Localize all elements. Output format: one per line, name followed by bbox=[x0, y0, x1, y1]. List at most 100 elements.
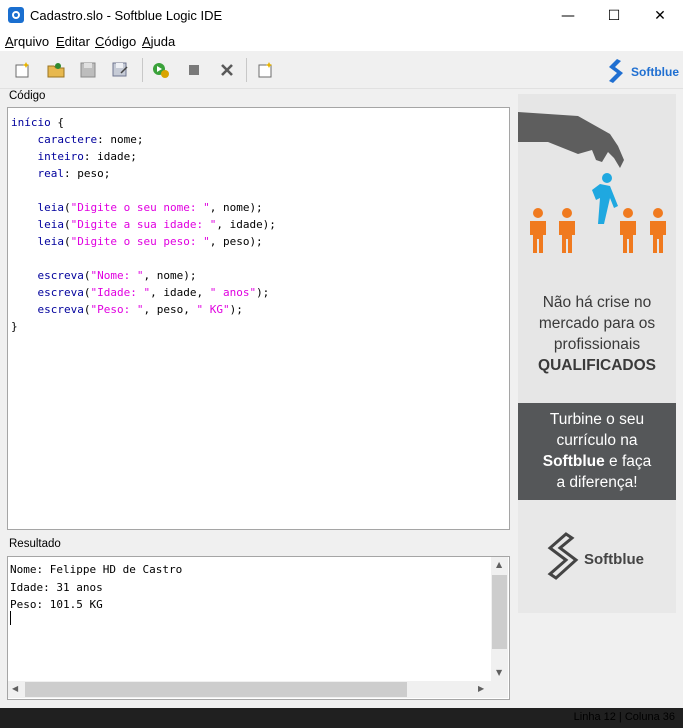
code-string: "Digite o seu peso: " bbox=[70, 235, 210, 248]
hand-picking-person-illustration bbox=[518, 112, 666, 253]
code-keyword: leia bbox=[37, 235, 65, 248]
scroll-right-icon[interactable]: ▶ bbox=[478, 684, 484, 693]
ad-headline-line-2: mercado para os bbox=[538, 315, 656, 332]
menu-ajuda-label: juda bbox=[150, 34, 176, 49]
vertical-scroll-thumb[interactable] bbox=[492, 575, 507, 649]
text-caret bbox=[10, 611, 11, 625]
code-token: , idade, bbox=[150, 286, 210, 299]
code-line[interactable]: inteiro: idade; bbox=[11, 148, 276, 165]
code-line[interactable]: real: peso; bbox=[11, 165, 276, 182]
code-line[interactable]: leia("Digite o seu peso: ", peso); bbox=[11, 233, 276, 250]
code-token: , nome); bbox=[143, 269, 197, 282]
code-string: "Idade: " bbox=[90, 286, 151, 299]
scroll-left-icon[interactable]: ◀ bbox=[12, 684, 18, 693]
code-keyword: escreva bbox=[37, 286, 84, 299]
save-as-icon[interactable] bbox=[110, 60, 130, 80]
code-line[interactable]: caractere: nome; bbox=[11, 131, 276, 148]
ad-headline-line-3: profissionais bbox=[553, 336, 641, 353]
code-keyword: leia bbox=[37, 201, 65, 214]
result-line: Idade: 31 anos bbox=[10, 580, 103, 594]
code-line[interactable]: } bbox=[11, 318, 276, 335]
close-button[interactable]: ✕ bbox=[637, 0, 683, 31]
menu-arquivo[interactable]: Arquivo bbox=[5, 34, 49, 49]
code-token: : idade; bbox=[83, 150, 137, 163]
run-icon[interactable] bbox=[151, 60, 171, 80]
new-file-icon[interactable] bbox=[13, 60, 33, 80]
code-token: ( bbox=[64, 218, 71, 231]
code-token: , nome); bbox=[209, 201, 263, 214]
export-icon[interactable] bbox=[256, 60, 276, 80]
scroll-up-icon[interactable]: ▲ bbox=[496, 560, 502, 569]
menu-editar-mnemonic: E bbox=[56, 34, 65, 49]
softblue-logo-text: Softblue bbox=[631, 65, 679, 79]
ad-cta-text: Turbine o seu currículo na Softblue e fa… bbox=[518, 409, 676, 493]
code-string: "Nome: " bbox=[90, 269, 144, 282]
result-panel-label: Resultado bbox=[9, 538, 61, 550]
code-token: ); bbox=[256, 286, 270, 299]
ad-cta-line-1: Turbine o seu bbox=[549, 411, 645, 428]
menu-ajuda[interactable]: Ajuda bbox=[142, 34, 175, 49]
code-line[interactable]: início { bbox=[11, 114, 276, 131]
code-line[interactable] bbox=[11, 250, 276, 267]
open-folder-icon[interactable] bbox=[46, 60, 66, 80]
save-icon[interactable] bbox=[78, 60, 98, 80]
code-token: { bbox=[50, 116, 64, 129]
code-string: "Digite a sua idade: " bbox=[70, 218, 217, 231]
scroll-down-icon[interactable]: ▼ bbox=[496, 668, 502, 677]
code-token: , peso); bbox=[209, 235, 263, 248]
ad-headline-bold: QUALIFICADOS bbox=[538, 357, 656, 374]
code-panel-label: Código bbox=[9, 90, 46, 102]
code-keyword: caractere bbox=[37, 133, 98, 146]
toolbar bbox=[0, 52, 683, 89]
code-string: " KG" bbox=[196, 303, 230, 316]
code-keyword: leia bbox=[37, 218, 65, 231]
ad-softblue-logo: Softblue bbox=[547, 532, 644, 580]
softblue-logo: Softblue bbox=[609, 59, 679, 83]
menu-arquivo-mnemonic: A bbox=[5, 34, 14, 49]
code-text[interactable]: início { caractere: nome; inteiro: idade… bbox=[11, 114, 276, 335]
scroll-corner bbox=[491, 681, 508, 698]
menu-editar[interactable]: Editar bbox=[56, 34, 90, 49]
menu-codigo-mnemonic: C bbox=[95, 34, 105, 49]
code-keyword: escreva bbox=[37, 303, 84, 316]
app-icon bbox=[8, 7, 24, 23]
ad-headline-line-1: Não há crise no bbox=[542, 294, 652, 311]
maximize-button[interactable]: ☐ bbox=[591, 0, 637, 31]
code-line[interactable]: escreva("Peso: ", peso, " KG"); bbox=[11, 301, 276, 318]
cursor-position: Linha 12 | Coluna 36 bbox=[573, 711, 675, 723]
toolbar-separator bbox=[142, 58, 143, 82]
code-keyword: início bbox=[11, 116, 51, 129]
code-line[interactable]: leia("Digite a sua idade: ", idade); bbox=[11, 216, 276, 233]
menu-codigo[interactable]: Código bbox=[95, 34, 136, 49]
minimize-button[interactable]: — bbox=[545, 0, 591, 31]
ad-cta-line-4: a diferença! bbox=[556, 474, 638, 491]
code-token: : peso; bbox=[64, 167, 111, 180]
ad-cta-after: e faça bbox=[604, 453, 652, 470]
horizontal-scroll-thumb[interactable] bbox=[25, 682, 407, 697]
code-line[interactable] bbox=[11, 182, 276, 199]
window-title: Cadastro.slo - Softblue Logic IDE bbox=[30, 8, 223, 23]
result-text: Nome: Felippe HD de Castro Idade: 31 anos… bbox=[10, 561, 182, 614]
menu-ajuda-mnemonic: A bbox=[142, 34, 151, 49]
menu-arquivo-label: rquivo bbox=[13, 34, 50, 49]
code-token: : nome; bbox=[97, 133, 144, 146]
code-token: ); bbox=[229, 303, 243, 316]
code-token: ( bbox=[64, 235, 71, 248]
code-line[interactable]: escreva("Idade: ", idade, " anos"); bbox=[11, 284, 276, 301]
ad-logo-text: Softblue bbox=[584, 551, 644, 568]
code-keyword: escreva bbox=[37, 269, 84, 282]
code-line[interactable]: escreva("Nome: ", nome); bbox=[11, 267, 276, 284]
stop-icon[interactable] bbox=[184, 60, 204, 80]
clear-icon[interactable] bbox=[217, 60, 237, 80]
code-string: " anos" bbox=[209, 286, 257, 299]
code-line[interactable]: leia("Digite o seu nome: ", nome); bbox=[11, 199, 276, 216]
